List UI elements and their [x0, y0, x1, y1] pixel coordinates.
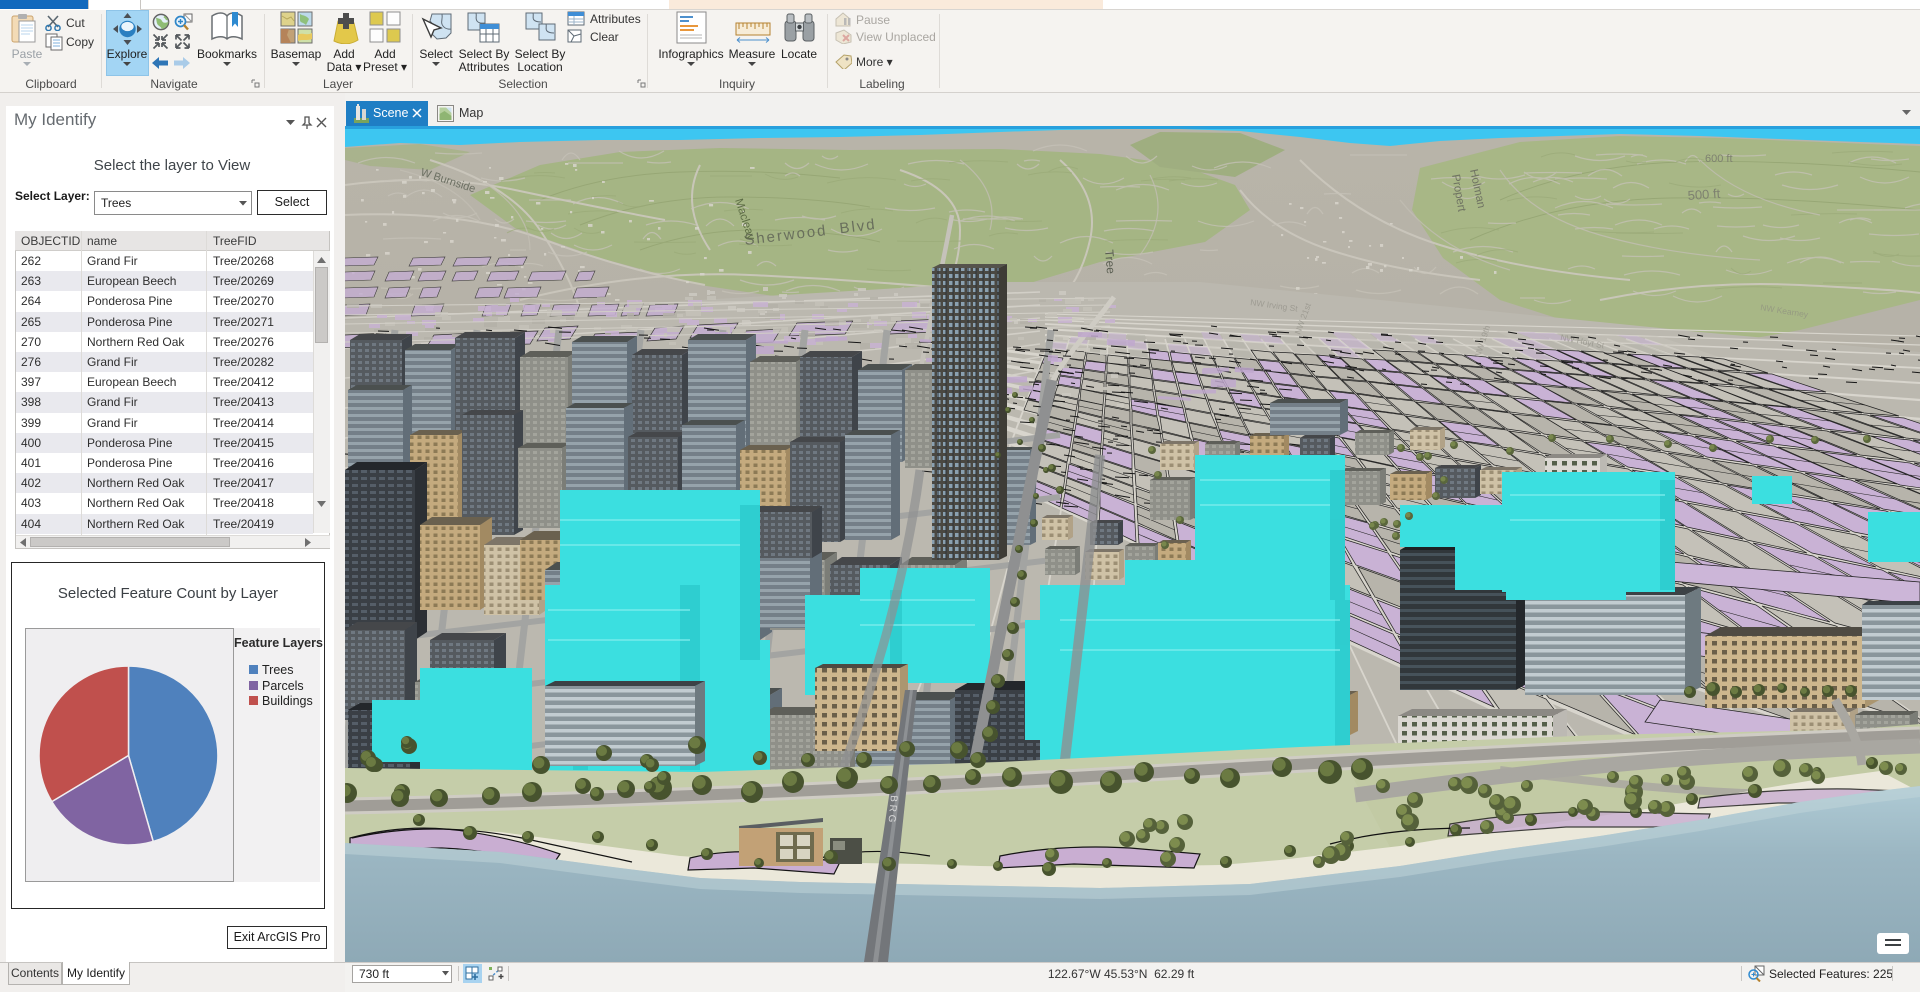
svg-text:600 ft: 600 ft	[1705, 153, 1733, 165]
svg-text:Tree: Tree	[1102, 249, 1118, 275]
svg-text:500 ft: 500 ft	[1687, 186, 1721, 203]
